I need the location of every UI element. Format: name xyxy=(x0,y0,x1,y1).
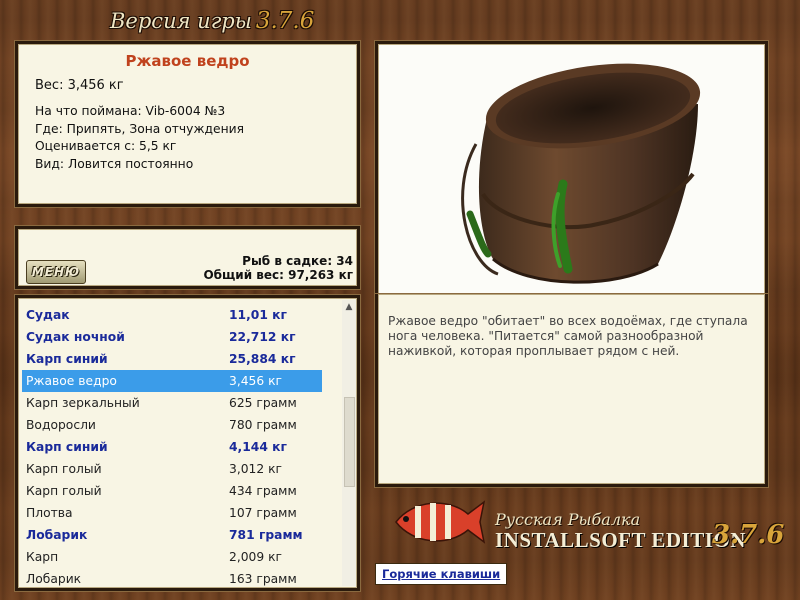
fish-list-row[interactable]: Ржавое ведро 3,456 кг xyxy=(22,370,322,392)
fish-list-row[interactable]: Судак ночной 22,712 кг xyxy=(22,326,322,348)
chevron-up-icon[interactable]: ▲ xyxy=(342,300,356,314)
fish-list-panel: Судак 11,01 кг Судак ночной 22,712 кг Карп с… xyxy=(15,295,360,591)
fish-weight: 3,012 кг xyxy=(229,462,283,476)
fish-weight: 434 грамм xyxy=(229,484,297,498)
fish-weight: 163 грамм xyxy=(229,572,297,586)
window-title-text: Версия игры xyxy=(110,9,252,33)
fish-list-row[interactable]: Лобарик 163 грамм xyxy=(22,568,322,588)
fish-list-row[interactable]: Карп синий 4,144 кг xyxy=(22,436,322,458)
catch-weight: Вес: 3,456 кг xyxy=(35,78,124,93)
catch-title: Ржавое ведро xyxy=(125,52,250,70)
hotkeys-link[interactable]: Горячие клавиши xyxy=(375,563,508,585)
fish-list-row[interactable]: Судак 11,01 кг xyxy=(22,304,322,326)
catch-value: Оценивается с: 5,5 кг xyxy=(35,139,177,153)
fish-name: Карп голый xyxy=(26,462,102,476)
catch-bait: На что поймана: Vib-6004 №3 xyxy=(35,104,226,118)
fish-weight: 781 грамм xyxy=(229,528,303,542)
stats-panel: МЕНЮ Рыб в садке: 34 Общий вес: 97,263 к… xyxy=(15,226,360,289)
window-version: 3.7.6 xyxy=(255,8,315,34)
fish-name: Карп синий xyxy=(26,440,108,454)
catch-info-panel: Ржавое ведро Вес: 3,456 кг На что пойман… xyxy=(15,41,360,207)
fish-list-scrollbar[interactable]: ▲ xyxy=(342,300,356,586)
fish-list: Судак 11,01 кг Судак ночной 22,712 кг Карп с… xyxy=(22,304,322,588)
fish-list-row[interactable]: Карп зеркальный 625 грамм xyxy=(22,392,322,414)
fish-weight: 107 грамм xyxy=(229,506,297,520)
fish-list-row[interactable]: Карп синий 25,884 кг xyxy=(22,348,322,370)
fish-icon xyxy=(395,500,486,544)
catch-description: Ржавое ведро "обитает" во всех водоёмах,… xyxy=(388,314,748,358)
scrollbar-thumb[interactable] xyxy=(344,397,355,487)
fish-count: Рыб в садке: 34 xyxy=(242,254,353,268)
logo-title: Русская Рыбалка xyxy=(495,510,641,529)
fish-name: Ржавое ведро xyxy=(26,374,117,388)
fish-list-row[interactable]: Карп голый 434 грамм xyxy=(22,480,322,502)
fish-list-row[interactable]: Водоросли 780 грамм xyxy=(22,414,322,436)
fish-name: Судак xyxy=(26,308,70,322)
fish-name: Лобарик xyxy=(26,572,82,586)
fish-list-row[interactable]: Лобарик 781 грамм xyxy=(22,524,322,546)
window-title: Версия игры 3.7.6 xyxy=(110,8,314,34)
catch-description-panel: Ржавое ведро "обитает" во всех водоёмах,… xyxy=(375,294,768,487)
logo-version: 3.7.6 xyxy=(712,520,785,550)
fish-weight: 3,456 кг xyxy=(229,374,283,388)
total-weight: Общий вес: 97,263 кг xyxy=(203,268,353,282)
fish-name: Карп зеркальный xyxy=(26,396,140,410)
catch-image-panel xyxy=(375,41,768,300)
fish-weight: 625 грамм xyxy=(229,396,297,410)
fish-name: Лобарик xyxy=(26,528,88,542)
rusty-bucket-illustration xyxy=(461,63,701,284)
fish-name: Водоросли xyxy=(26,418,96,432)
fish-name: Плотва xyxy=(26,506,73,520)
fish-weight: 2,009 кг xyxy=(229,550,283,564)
fish-weight: 11,01 кг xyxy=(229,308,287,322)
fish-name: Карп голый xyxy=(26,484,102,498)
fish-weight: 25,884 кг xyxy=(229,352,296,366)
catch-location: Где: Припять, Зона отчуждения xyxy=(35,121,245,136)
fish-name: Карп синий xyxy=(26,352,108,366)
menu-button[interactable]: МЕНЮ xyxy=(26,260,86,284)
fish-weight: 22,712 кг xyxy=(229,330,296,344)
fish-name: Судак ночной xyxy=(26,330,125,344)
fish-name: Карп xyxy=(26,550,59,564)
fish-weight: 4,144 кг xyxy=(229,440,287,454)
fish-list-row[interactable]: Плотва 107 грамм xyxy=(22,502,322,524)
catch-kind: Вид: Ловится постоянно xyxy=(35,156,194,171)
fish-list-row[interactable]: Карп 2,009 кг xyxy=(22,546,322,568)
fish-weight: 780 грамм xyxy=(229,418,297,432)
fish-list-row[interactable]: Карп голый 3,012 кг xyxy=(22,458,322,480)
logo-edition: INSTALLSOFT EDITION xyxy=(495,528,746,552)
